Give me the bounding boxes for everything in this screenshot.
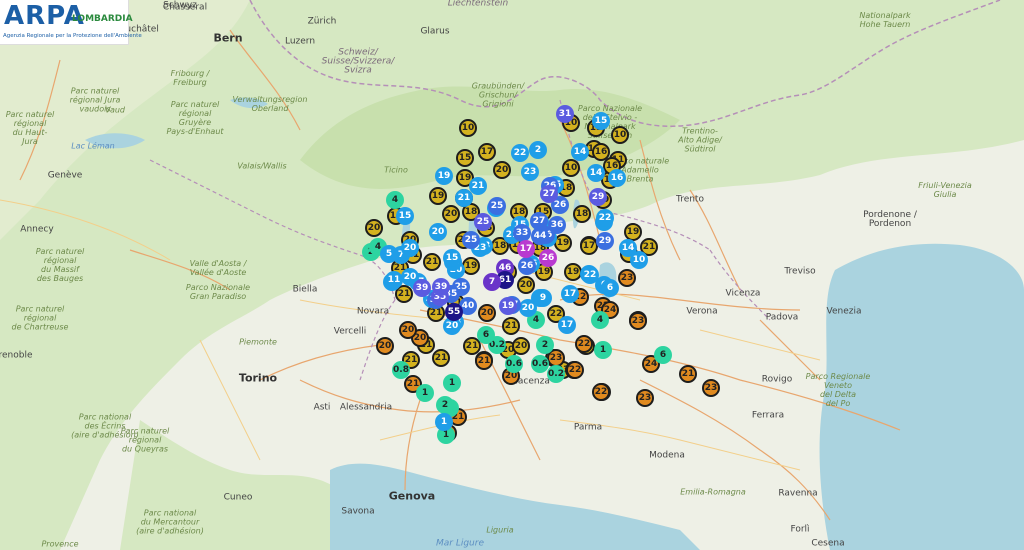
station-marker[interactable]: 27 <box>530 212 548 230</box>
station-marker[interactable]: 17 <box>478 143 496 161</box>
station-marker[interactable]: 25 <box>488 197 506 215</box>
station-marker[interactable]: 20 <box>399 321 417 339</box>
station-marker[interactable]: 21 <box>475 352 493 370</box>
station-marker[interactable]: 21 <box>502 317 520 335</box>
station-marker[interactable]: 22 <box>566 361 584 379</box>
station-marker[interactable]: 23 <box>702 379 720 397</box>
station-marker[interactable]: 22 <box>596 209 614 227</box>
station-marker[interactable]: 36 <box>548 216 566 234</box>
station-marker[interactable]: 33 <box>513 224 531 242</box>
station-marker[interactable]: 31 <box>556 105 574 123</box>
station-marker[interactable]: 21 <box>469 177 487 195</box>
station-marker[interactable]: 14 <box>587 164 605 182</box>
station-marker[interactable]: 26 <box>518 257 536 275</box>
station-marker[interactable]: 17 <box>561 285 579 303</box>
station-marker[interactable]: 19 <box>435 167 453 185</box>
station-marker[interactable]: 15 <box>396 207 414 225</box>
logo-region: LOMBARDIA <box>72 14 133 24</box>
station-marker[interactable]: 11 <box>385 271 403 289</box>
station-marker[interactable]: 18 <box>573 205 591 223</box>
station-marker[interactable]: 10 <box>459 119 477 137</box>
station-marker[interactable]: 1 <box>416 384 434 402</box>
station-marker[interactable]: 7 <box>483 273 501 291</box>
station-marker[interactable]: 17 <box>558 316 576 334</box>
station-marker[interactable]: 10 <box>611 126 629 144</box>
station-marker[interactable]: 23 <box>636 389 654 407</box>
station-marker[interactable]: 29 <box>596 232 614 250</box>
station-marker[interactable]: 0.6 <box>505 355 523 373</box>
station-marker[interactable]: 25 <box>462 231 480 249</box>
station-marker[interactable]: 6 <box>477 326 495 344</box>
station-marker[interactable]: 10 <box>562 159 580 177</box>
station-marker[interactable]: 20 <box>429 223 447 241</box>
station-marker[interactable]: 20 <box>376 337 394 355</box>
station-marker[interactable]: 20 <box>442 205 460 223</box>
station-marker[interactable]: 22 <box>575 335 593 353</box>
station-marker[interactable]: 15 <box>443 249 461 267</box>
station-marker[interactable]: 0.2 <box>547 365 565 383</box>
station-marker[interactable]: 23 <box>521 163 539 181</box>
station-marker[interactable]: 20 <box>478 304 496 322</box>
station-marker[interactable]: 4 <box>591 311 609 329</box>
station-marker[interactable]: 39 <box>432 278 450 296</box>
station-marker[interactable]: 22 <box>511 144 529 162</box>
station-marker[interactable]: 20 <box>401 239 419 257</box>
station-marker[interactable]: 2 <box>436 396 454 414</box>
station-marker[interactable]: 10 <box>630 251 648 269</box>
station-marker[interactable]: 21 <box>432 349 450 367</box>
station-marker[interactable]: 21 <box>423 253 441 271</box>
station-marker[interactable]: 2 <box>536 336 554 354</box>
map-view[interactable]: Schwyz Liechtenstein Zürich Glarus Luzern Ber… <box>0 0 1024 550</box>
station-marker[interactable]: 6 <box>654 346 672 364</box>
station-marker[interactable]: 9 <box>534 289 552 307</box>
station-marker[interactable]: 1 <box>443 374 461 392</box>
station-marker[interactable]: 22 <box>581 266 599 284</box>
station-marker[interactable]: 39 <box>413 279 431 297</box>
logo: ARPA LOMBARDIA Agenzia Regionale per la … <box>0 0 142 45</box>
station-marker[interactable]: 23 <box>618 269 636 287</box>
station-marker[interactable]: 23 <box>629 312 647 330</box>
station-marker[interactable]: 0.6 <box>531 355 549 373</box>
station-marker[interactable]: 14 <box>571 143 589 161</box>
station-marker[interactable]: 4 <box>386 191 404 209</box>
station-marker[interactable]: 19 <box>499 297 517 315</box>
station-marker[interactable]: 25 <box>474 213 492 231</box>
station-marker[interactable]: 21 <box>679 365 697 383</box>
logo-tagline: Agenzia Regionale per la Protezione dell… <box>3 33 142 39</box>
station-marker[interactable]: 1 <box>594 341 612 359</box>
station-marker[interactable]: 6 <box>601 279 619 297</box>
station-marker[interactable]: 21 <box>455 189 473 207</box>
station-marker[interactable]: 15 <box>592 112 610 130</box>
station-marker[interactable]: 55 <box>445 303 463 321</box>
station-marker[interactable]: 26 <box>539 249 557 267</box>
station-marker[interactable]: 19 <box>429 187 447 205</box>
station-marker[interactable]: 15 <box>456 149 474 167</box>
station-marker[interactable]: 29 <box>589 188 607 206</box>
station-marker[interactable]: 17 <box>517 240 535 258</box>
station-marker[interactable]: 0.8 <box>392 361 410 379</box>
station-marker[interactable]: 16 <box>608 169 626 187</box>
station-marker[interactable]: 27 <box>540 185 558 203</box>
station-marker[interactable]: 20 <box>365 219 383 237</box>
station-marker[interactable]: 20 <box>493 161 511 179</box>
station-marker[interactable]: 2 <box>529 141 547 159</box>
station-marker[interactable]: 1 <box>435 413 453 431</box>
station-marker[interactable]: 20 <box>512 337 530 355</box>
station-marker[interactable]: 22 <box>592 383 610 401</box>
